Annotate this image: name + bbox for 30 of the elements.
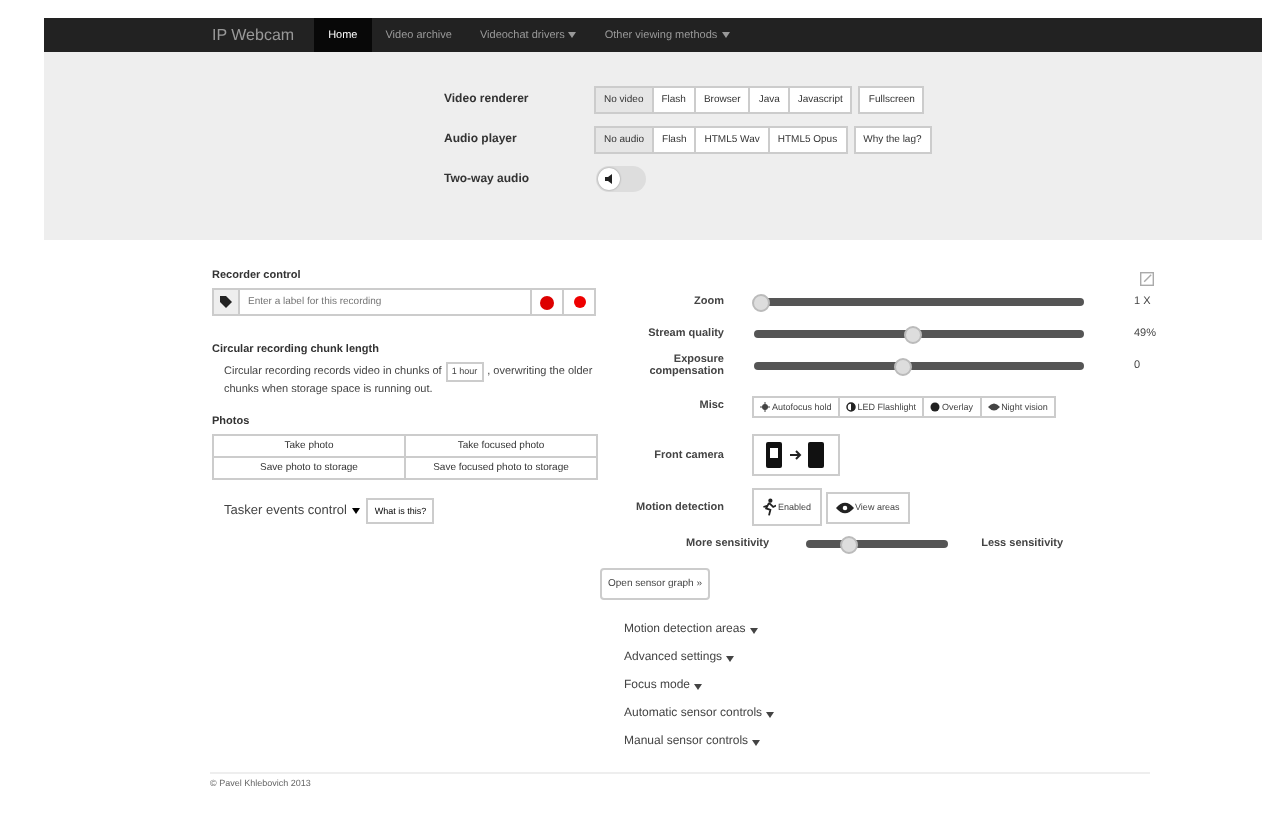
eye-icon: [987, 401, 1000, 411]
record-button[interactable]: [564, 288, 596, 316]
slider[interactable]: [754, 357, 1084, 375]
tag-icon: [220, 296, 232, 308]
caret-icon: [766, 711, 775, 717]
record-button[interactable]: [532, 288, 564, 316]
speaker-icon: [604, 174, 614, 184]
slider-thumb[interactable]: [752, 293, 771, 311]
slider[interactable]: [754, 325, 1084, 343]
eye-icon: [835, 501, 854, 513]
record-icon: [540, 295, 554, 309]
circle-icon: [930, 401, 941, 411]
slider[interactable]: [754, 293, 1084, 311]
caret-icon: [352, 508, 361, 514]
running-figure-icon: [762, 498, 776, 516]
caret-icon: [749, 627, 758, 633]
record-icon: [573, 296, 585, 308]
slider-thumb[interactable]: [904, 325, 923, 343]
camera-switch-icon: [764, 442, 828, 468]
crosshair-icon: [760, 401, 770, 411]
sensitivity-slider[interactable]: [805, 535, 948, 553]
slider-thumb[interactable]: [894, 357, 913, 375]
half-circle-icon: [845, 401, 856, 411]
caret-icon: [694, 683, 703, 689]
slider-thumb[interactable]: [839, 535, 858, 553]
brand[interactable]: IP Webcam: [212, 18, 295, 52]
camera-switch-button[interactable]: [752, 434, 840, 476]
caret-icon: [752, 739, 761, 745]
toggle-switch[interactable]: [596, 166, 646, 192]
caret-icon: [726, 655, 735, 661]
